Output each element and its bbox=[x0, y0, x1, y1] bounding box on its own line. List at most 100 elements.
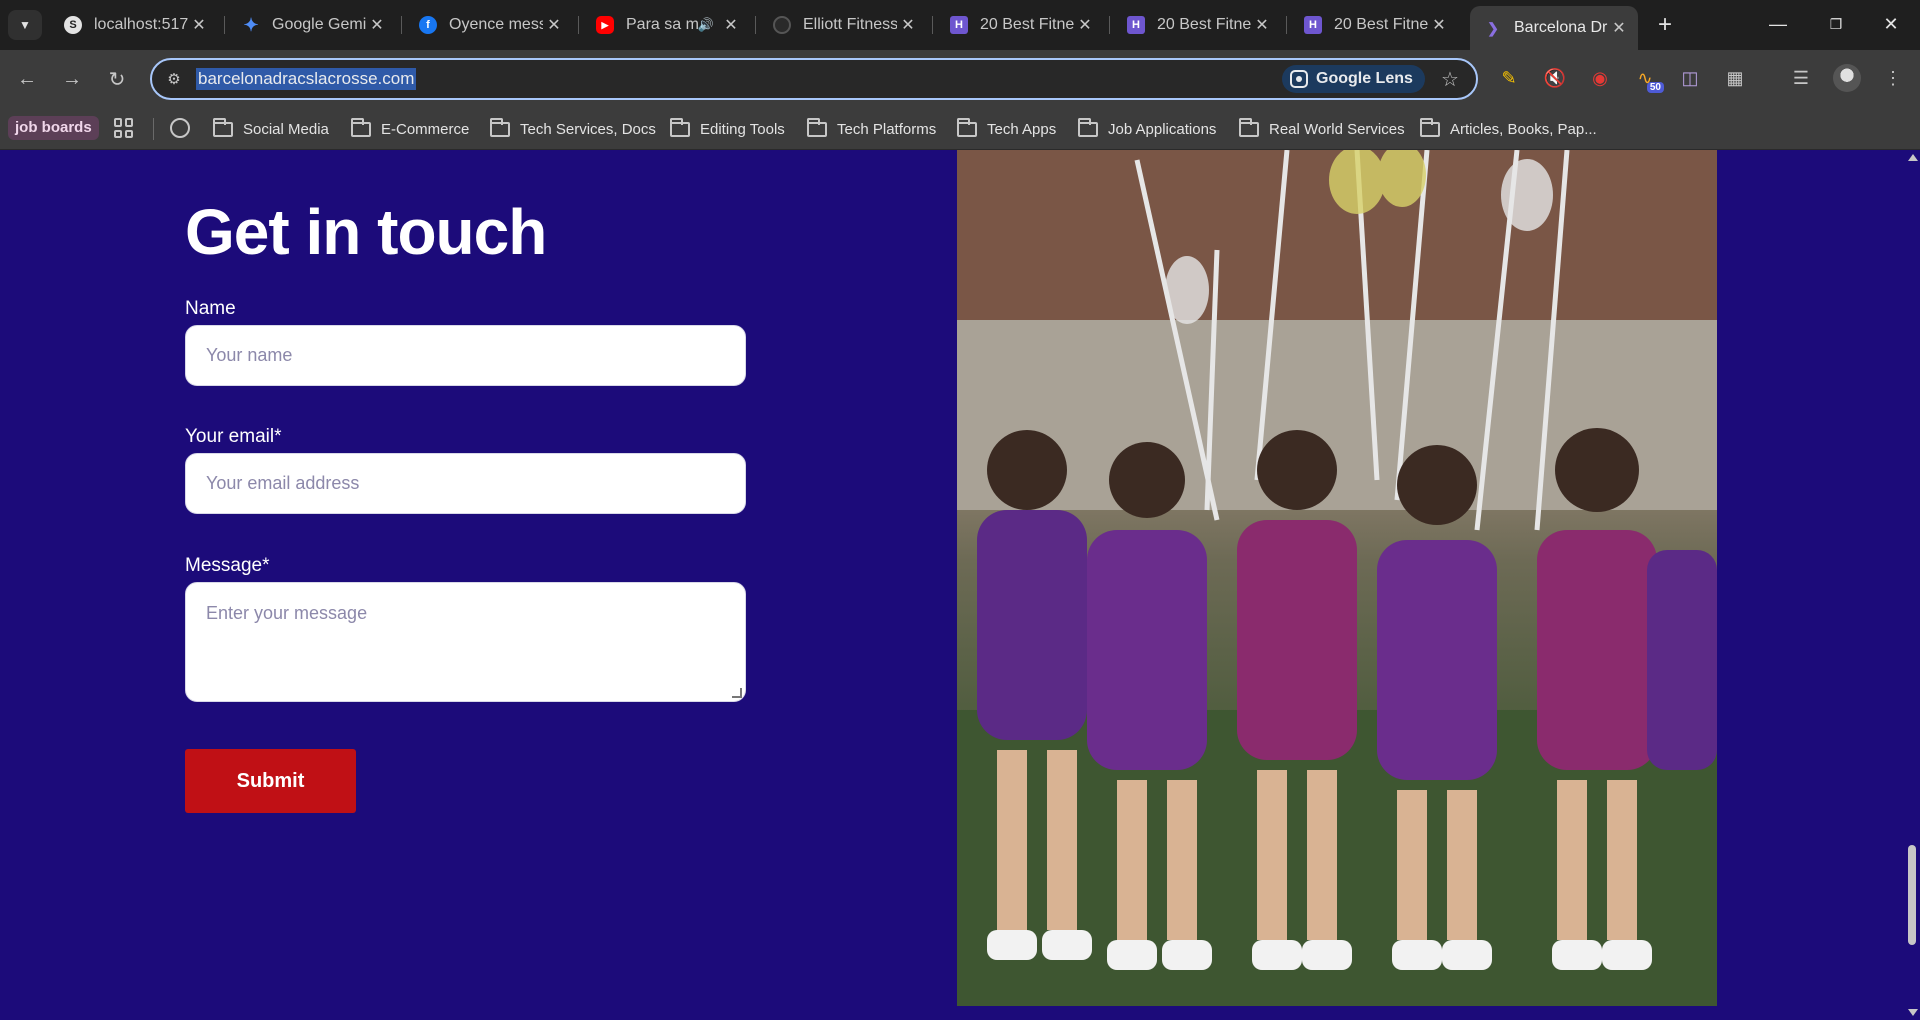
bookmark-label: Tech Apps bbox=[987, 120, 1057, 138]
scroll-down-arrow-icon[interactable] bbox=[1908, 1009, 1918, 1016]
close-window-icon[interactable]: ✕ bbox=[1862, 0, 1920, 48]
bookmark-folder-e-commerce[interactable]: E-Commerce bbox=[351, 116, 469, 142]
reload-icon[interactable]: ↻ bbox=[100, 62, 134, 96]
bookmark-group-job-boards[interactable]: job boards bbox=[8, 116, 99, 140]
bookmark-label: Editing Tools bbox=[700, 120, 785, 138]
close-tab-icon[interactable]: ✕ bbox=[897, 15, 919, 35]
folder-icon bbox=[1420, 117, 1440, 137]
resize-handle-icon[interactable] bbox=[732, 688, 742, 698]
scroll-thumb[interactable] bbox=[1908, 845, 1916, 945]
speaker-icon[interactable]: 🔊 bbox=[698, 17, 714, 33]
tab-best-fitness-1[interactable]: H 20 Best Fitne ✕ bbox=[936, 8, 1104, 42]
page-scrollbar[interactable] bbox=[1904, 150, 1920, 1020]
gemini-icon: ✦ bbox=[243, 14, 259, 35]
tab-title: 20 Best Fitne bbox=[1157, 16, 1251, 33]
tab-title: localhost:517 bbox=[94, 16, 188, 33]
tab-facebook[interactable]: f Oyence mess ✕ bbox=[405, 8, 573, 42]
email-placeholder: Your email address bbox=[206, 473, 360, 493]
h-logo-icon: H bbox=[950, 16, 968, 34]
bookmark-label: Articles, Books, Pap... bbox=[1450, 120, 1597, 138]
youtube-icon: ▶ bbox=[596, 16, 614, 34]
highlighter-extension-icon[interactable]: ✎ bbox=[1494, 63, 1524, 93]
submit-button[interactable]: Submit bbox=[185, 749, 356, 813]
app-icon: S bbox=[64, 16, 82, 34]
rss-extension-icon[interactable]: ∿ 50 bbox=[1630, 63, 1664, 93]
back-icon[interactable]: ← bbox=[10, 62, 44, 96]
folder-icon bbox=[213, 117, 233, 137]
tab-strip: ▼ S localhost:517 ✕ ✦ Google Gemi ✕ f Oy… bbox=[0, 0, 1920, 50]
close-tab-icon[interactable]: ✕ bbox=[1608, 18, 1630, 38]
email-label: Your email* bbox=[185, 426, 282, 447]
menu-kebab-icon[interactable]: ⋮ bbox=[1878, 63, 1908, 93]
message-label: Message* bbox=[185, 555, 270, 576]
mute-icon[interactable]: 🔇 bbox=[1540, 63, 1570, 93]
tab-divider bbox=[401, 16, 402, 34]
bookmark-folder-editing-tools[interactable]: Editing Tools bbox=[670, 116, 785, 142]
web-page: Get in touch Name Your name Your email* … bbox=[0, 150, 1904, 1020]
folder-icon bbox=[957, 117, 977, 137]
name-placeholder: Your name bbox=[206, 345, 293, 365]
google-lens-button[interactable]: Google Lens bbox=[1282, 65, 1425, 93]
tab-youtube[interactable]: ▶ Para sa m 🔊 ✕ bbox=[582, 8, 750, 42]
close-tab-icon[interactable]: ✕ bbox=[366, 15, 388, 35]
tab-localhost[interactable]: S localhost:517 ✕ bbox=[50, 8, 218, 42]
extension-badge: 50 bbox=[1646, 82, 1664, 93]
bookmark-folder-job-applications[interactable]: Job Applications bbox=[1078, 116, 1216, 142]
url-text[interactable]: barcelonadracslacrosse.com bbox=[196, 68, 417, 90]
close-tab-icon[interactable]: ✕ bbox=[543, 15, 565, 35]
bookmark-folder-real-world-services[interactable]: Real World Services bbox=[1239, 116, 1405, 142]
tab-barcelona-dracs[interactable]: ❯ Barcelona Dr ✕ bbox=[1470, 6, 1638, 50]
tab-title: 20 Best Fitne bbox=[980, 16, 1074, 33]
email-input[interactable]: Your email address bbox=[185, 453, 746, 514]
close-tab-icon[interactable]: ✕ bbox=[188, 15, 210, 35]
close-tab-icon[interactable]: ✕ bbox=[1428, 15, 1450, 35]
team-photo bbox=[957, 150, 1717, 1006]
dragon-icon: ❯ bbox=[1487, 19, 1499, 36]
tab-divider bbox=[578, 16, 579, 34]
profile-avatar[interactable] bbox=[1833, 64, 1861, 92]
name-label: Name bbox=[185, 298, 236, 319]
bookmark-folder-tech-apps[interactable]: Tech Apps bbox=[957, 116, 1056, 142]
bookmark-folder-social-media[interactable]: Social Media bbox=[213, 116, 329, 142]
scroll-up-arrow-icon[interactable] bbox=[1908, 154, 1918, 161]
bookmark-folder-articles[interactable]: Articles, Books, Pap... bbox=[1420, 116, 1597, 142]
tab-best-fitness-3[interactable]: H 20 Best Fitne ✕ bbox=[1290, 8, 1458, 42]
bookmark-folder-tech-platforms[interactable]: Tech Platforms bbox=[807, 116, 936, 142]
close-tab-icon[interactable]: ✕ bbox=[1251, 15, 1273, 35]
site-settings-icon[interactable]: ⚙ bbox=[164, 69, 184, 89]
tab-search-icon[interactable]: ▼ bbox=[8, 10, 42, 40]
bookmark-label: Tech Platforms bbox=[837, 120, 937, 138]
bookmark-label: Social Media bbox=[243, 120, 329, 138]
tab-elliott-fitness[interactable]: Elliott Fitness ✕ bbox=[759, 8, 927, 42]
extensions-puzzle-icon[interactable]: ▦ bbox=[1720, 63, 1750, 93]
name-input[interactable]: Your name bbox=[185, 325, 746, 386]
reader-extension-icon[interactable]: ◫ bbox=[1675, 63, 1705, 93]
tab-divider bbox=[1109, 16, 1110, 34]
address-bar[interactable]: ⚙ barcelonadracslacrosse.com Google Lens… bbox=[150, 58, 1478, 100]
page-title: Get in touch bbox=[185, 196, 547, 268]
bookmark-star-icon[interactable]: ☆ bbox=[1436, 65, 1464, 93]
folder-icon bbox=[351, 117, 371, 137]
quillbot-extension-icon[interactable]: ◉ bbox=[1585, 63, 1615, 93]
media-control-icon[interactable]: ☰ bbox=[1786, 63, 1816, 93]
h-logo-icon: H bbox=[1127, 16, 1145, 34]
globe-icon[interactable] bbox=[170, 118, 190, 138]
tab-divider bbox=[755, 16, 756, 34]
bookmark-label: Real World Services bbox=[1269, 120, 1405, 138]
bookmark-folder-tech-services[interactable]: Tech Services, Docs bbox=[490, 116, 656, 142]
globe-icon bbox=[773, 16, 791, 34]
minimize-icon[interactable]: — bbox=[1749, 0, 1807, 48]
forward-icon[interactable]: → bbox=[55, 62, 89, 96]
close-tab-icon[interactable]: ✕ bbox=[720, 15, 742, 35]
tab-best-fitness-2[interactable]: H 20 Best Fitne ✕ bbox=[1113, 8, 1281, 42]
facebook-icon: f bbox=[419, 16, 437, 34]
apps-grid-icon[interactable] bbox=[114, 118, 134, 138]
folder-icon bbox=[1239, 117, 1259, 137]
restore-icon[interactable]: ❐ bbox=[1807, 0, 1865, 48]
close-tab-icon[interactable]: ✕ bbox=[1074, 15, 1096, 35]
tab-title: 20 Best Fitne bbox=[1334, 16, 1428, 33]
folder-icon bbox=[1078, 117, 1098, 137]
message-textarea[interactable]: Enter your message bbox=[185, 582, 746, 702]
tab-gemini[interactable]: ✦ Google Gemi ✕ bbox=[228, 8, 396, 42]
new-tab-button[interactable]: + bbox=[1650, 10, 1680, 40]
